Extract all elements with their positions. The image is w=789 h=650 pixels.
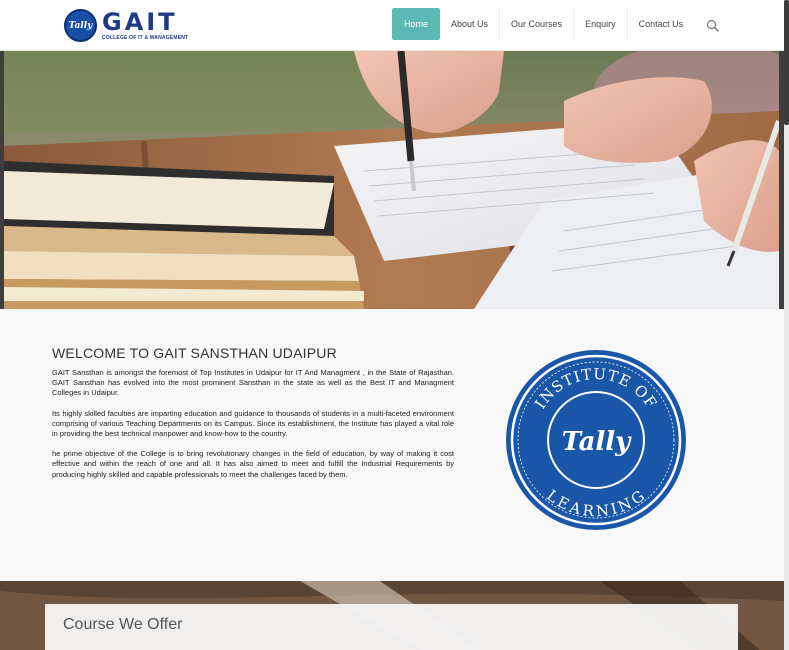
tally-institute-seal: INSTITUTE OF LEARNING Tally — [505, 349, 687, 531]
nav-item-enquiry[interactable]: Enquiry — [574, 8, 628, 40]
logo-text: GAIT COLLEGE OF IT & MANAGEMENT — [102, 10, 188, 41]
brand-tagline: COLLEGE OF IT & MANAGEMENT — [102, 35, 189, 41]
site-header: Tally GAIT COLLEGE OF IT & MANAGEMENT Ho… — [0, 0, 784, 51]
logo-badge-text: Tally — [68, 20, 93, 31]
hero-image — [4, 51, 779, 309]
seal-center-text: Tally — [562, 427, 632, 457]
courses-card: Course We Offer — [45, 604, 738, 650]
nav-item-about-us[interactable]: About Us — [440, 8, 501, 40]
about-title: WELCOME TO GAIT SANSTHAN UDAIPUR — [52, 345, 337, 361]
logo-badge: Tally — [64, 9, 97, 42]
about-body: GAIT Sansthan is amongst the foremost of… — [52, 368, 454, 490]
nav-item-contact-us[interactable]: Contact Us — [628, 8, 695, 40]
main-nav: Home About Us Our Courses Enquiry Contac… — [392, 8, 694, 40]
nav-item-home[interactable]: Home — [392, 8, 441, 40]
about-section: WELCOME TO GAIT SANSTHAN UDAIPUR GAIT Sa… — [0, 309, 784, 581]
site-logo[interactable]: Tally GAIT COLLEGE OF IT & MANAGEMENT — [64, 9, 188, 42]
search-icon[interactable] — [706, 19, 720, 33]
page: Tally GAIT COLLEGE OF IT & MANAGEMENT Ho… — [0, 0, 789, 650]
about-paragraph: GAIT Sansthan is amongst the foremost of… — [52, 368, 454, 398]
about-paragraph: he prime objective of the College is to … — [52, 449, 454, 479]
brand-name: GAIT — [102, 8, 178, 36]
nav-item-our-courses[interactable]: Our Courses — [500, 8, 575, 40]
page-scrollbar[interactable] — [784, 0, 789, 650]
about-paragraph: Its highly skilled faculties are imparti… — [52, 408, 454, 439]
courses-title: Course We Offer — [63, 616, 183, 633]
scrollbar-thumb[interactable] — [784, 0, 789, 125]
courses-section: Course We Offer — [0, 581, 784, 650]
